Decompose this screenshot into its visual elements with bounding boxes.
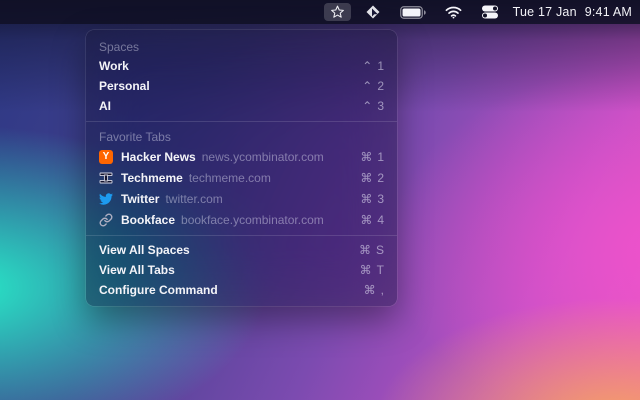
pointer-diamond-icon[interactable] <box>360 3 386 21</box>
shortcut: ⌘ T <box>360 263 384 277</box>
item-label: View All Spaces <box>99 243 190 257</box>
item-label: AI <box>99 99 111 113</box>
shortcut: ⌃ 1 <box>362 59 384 73</box>
menubar-date: Tue 17 Jan <box>513 5 577 19</box>
section-spaces: Spaces Work ⌃ 1 Personal ⌃ 2 AI <box>86 38 397 121</box>
link-icon <box>99 213 113 227</box>
item-label: View All Tabs <box>99 263 175 277</box>
sigmaos-star-icon[interactable] <box>324 3 351 21</box>
menu-item-techmeme[interactable]: Techmeme techmeme.com ⌘ 2 <box>86 167 397 188</box>
menu-item-ai[interactable]: AI ⌃ 3 <box>86 96 397 116</box>
techmeme-favicon <box>99 171 113 185</box>
section-actions: View All Spaces ⌘ S View All Tabs ⌘ T Co… <box>86 235 397 301</box>
menubar-clock[interactable]: Tue 17 Jan 9:41 AM <box>513 5 634 19</box>
menu-bar: Tue 17 Jan 9:41 AM <box>0 0 640 24</box>
item-label: Work <box>99 59 129 73</box>
item-url: techmeme.com <box>189 171 271 185</box>
item-label: Techmeme <box>121 171 183 185</box>
shortcut: ⌘ , <box>364 283 384 297</box>
menu-item-hacker-news[interactable]: Y Hacker News news.ycombinator.com ⌘ 1 <box>86 146 397 167</box>
shortcut: ⌘ 1 <box>360 150 384 164</box>
item-label: Bookface <box>121 213 175 227</box>
wifi-icon[interactable] <box>440 3 467 21</box>
item-label: Personal <box>99 79 150 93</box>
menu-item-view-all-tabs[interactable]: View All Tabs ⌘ T <box>86 260 397 280</box>
item-label: Twitter <box>121 192 159 206</box>
hacker-news-favicon: Y <box>99 150 113 164</box>
menu-item-work[interactable]: Work ⌃ 1 <box>86 56 397 76</box>
menu-item-twitter[interactable]: Twitter twitter.com ⌘ 3 <box>86 188 397 209</box>
menu-item-view-all-spaces[interactable]: View All Spaces ⌘ S <box>86 240 397 260</box>
item-url: news.ycombinator.com <box>202 150 324 164</box>
shortcut: ⌘ 4 <box>360 213 384 227</box>
shortcut: ⌘ 3 <box>360 192 384 206</box>
control-center-icon[interactable] <box>476 3 504 21</box>
battery-icon[interactable] <box>395 3 431 21</box>
menu-item-bookface[interactable]: Bookface bookface.ycombinator.com ⌘ 4 <box>86 209 397 230</box>
section-favorite-tabs: Favorite Tabs Y Hacker News news.ycombin… <box>86 121 397 235</box>
desktop-background: Tue 17 Jan 9:41 AM Spaces Work ⌃ 1 Perso… <box>0 0 640 400</box>
shortcut: ⌘ 2 <box>360 171 384 185</box>
item-label: Hacker News <box>121 150 196 164</box>
shortcut: ⌃ 3 <box>362 99 384 113</box>
command-dropdown-menu: Spaces Work ⌃ 1 Personal ⌃ 2 AI <box>86 30 397 306</box>
item-url: bookface.ycombinator.com <box>181 213 324 227</box>
twitter-favicon <box>99 192 113 206</box>
shortcut: ⌃ 2 <box>362 79 384 93</box>
item-url: twitter.com <box>165 192 222 206</box>
menu-item-personal[interactable]: Personal ⌃ 2 <box>86 76 397 96</box>
menubar-time: 9:41 AM <box>585 5 632 19</box>
menu-item-configure-command[interactable]: Configure Command ⌘ , <box>86 280 397 300</box>
item-label: Configure Command <box>99 283 218 297</box>
spaces-header: Spaces <box>86 38 397 56</box>
shortcut: ⌘ S <box>359 243 384 257</box>
favorite-tabs-header: Favorite Tabs <box>86 128 397 146</box>
